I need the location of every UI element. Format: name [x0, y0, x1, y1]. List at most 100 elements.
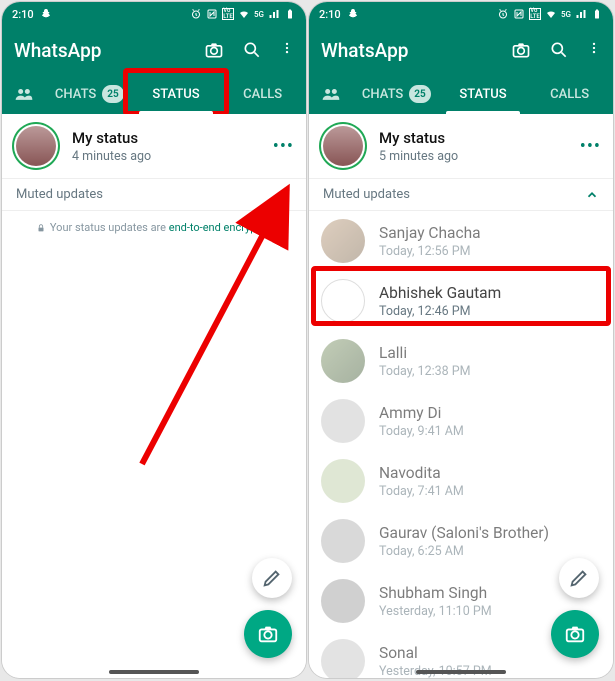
status-avatar	[321, 219, 365, 263]
volte-icon: VoLTE	[529, 8, 541, 20]
my-status-row[interactable]: My status 4 minutes ago •••	[2, 114, 306, 178]
battery-icon	[284, 8, 296, 20]
status-name: Gaurav (Saloni's Brother)	[379, 524, 601, 542]
network-label: 5G	[561, 10, 571, 19]
tab-chats-label: Chats	[362, 87, 403, 102]
muted-updates-header[interactable]: Muted updates	[309, 178, 613, 211]
phone-left: 2:10 VoLTE 5G WhatsApp Chats 25	[2, 2, 306, 678]
tab-bar: Chats 25 Status Calls	[309, 74, 613, 114]
fab-camera-status[interactable]	[244, 610, 292, 658]
chats-badge: 25	[102, 85, 123, 103]
status-name: Lalli	[379, 344, 601, 362]
my-status-row[interactable]: My status 5 minutes ago •••	[309, 114, 613, 178]
signal-icon	[268, 8, 280, 20]
camera-icon[interactable]	[204, 40, 224, 60]
snapchat-icon	[40, 8, 52, 20]
muted-updates-label: Muted updates	[323, 187, 410, 202]
e2e-link[interactable]: end-to-end encrypted	[169, 221, 272, 234]
android-nav-handle[interactable]	[109, 670, 199, 674]
network-label: 5G	[254, 10, 264, 19]
status-item[interactable]: Navodita Today, 7:41 AM	[309, 451, 613, 511]
status-item[interactable]: Ammy Di Today, 9:41 AM	[309, 391, 613, 451]
search-icon[interactable]	[242, 40, 262, 60]
encryption-notice: Your status updates are end-to-end encry…	[2, 211, 306, 244]
status-item[interactable]: Abhishek GautamToday, 12:46 PM	[309, 271, 613, 331]
status-avatar	[321, 279, 365, 323]
android-statusbar: 2:10 VoLTE 5G	[309, 2, 613, 26]
app-title: WhatsApp	[321, 39, 408, 62]
tab-status[interactable]: Status	[440, 74, 527, 114]
my-status-sub: 5 minutes ago	[379, 149, 580, 164]
phone-right: 2:10 VoLTE 5G WhatsApp Chats 25	[309, 2, 613, 678]
tab-calls-label: Calls	[550, 87, 589, 102]
status-time: Today, 9:41 AM	[379, 424, 601, 439]
fab-text-status[interactable]	[252, 558, 292, 598]
content-right: My status 5 minutes ago ••• Muted update…	[309, 114, 613, 678]
tab-calls-label: Calls	[243, 87, 282, 102]
tab-communities[interactable]	[2, 74, 46, 114]
chevron-down-icon	[278, 188, 292, 202]
my-status-title: My status	[379, 129, 580, 147]
status-name: Sanjay Chacha	[379, 224, 601, 242]
muted-status-list: Sanjay Chacha Today, 12:56 PM Abhishek Ga…	[309, 211, 613, 678]
status-time: Today, 6:25 AM	[379, 544, 601, 559]
search-icon[interactable]	[549, 40, 569, 60]
clock: 2:10	[12, 8, 34, 21]
camera-icon[interactable]	[511, 40, 531, 60]
status-time: Today, 12:56 PM	[379, 244, 601, 259]
chevron-up-icon	[585, 188, 599, 202]
wifi-icon	[545, 8, 557, 20]
volte-icon: VoLTE	[222, 8, 234, 20]
status-item[interactable]: Sanjay Chacha Today, 12:56 PM	[309, 211, 613, 271]
e2e-text: Your status updates are	[50, 221, 169, 234]
nfc-icon	[206, 8, 218, 20]
fab-camera-status[interactable]	[551, 610, 599, 658]
tab-bar: Chats 25 Status Calls	[2, 74, 306, 114]
android-nav-handle[interactable]	[416, 670, 506, 674]
alarm-icon	[497, 8, 509, 20]
muted-updates-header[interactable]: Muted updates	[2, 178, 306, 211]
app-bar: WhatsApp	[309, 26, 613, 74]
my-status-menu-icon[interactable]: •••	[273, 136, 294, 157]
tab-calls[interactable]: Calls	[219, 74, 306, 114]
clock: 2:10	[319, 8, 341, 21]
tab-chats[interactable]: Chats 25	[46, 74, 133, 114]
my-status-title: My status	[72, 129, 273, 147]
my-status-sub: 4 minutes ago	[72, 149, 273, 164]
chats-badge: 25	[409, 85, 430, 103]
muted-updates-label: Muted updates	[16, 187, 103, 202]
nfc-icon	[513, 8, 525, 20]
more-icon[interactable]	[280, 40, 294, 60]
status-time: Today, 7:41 AM	[379, 484, 601, 499]
status-name: Ammy Di	[379, 404, 601, 422]
alarm-icon	[190, 8, 202, 20]
fab-text-status[interactable]	[559, 558, 599, 598]
battery-icon	[591, 8, 603, 20]
more-icon[interactable]	[587, 40, 601, 60]
tab-chats[interactable]: Chats 25	[353, 74, 440, 114]
status-name: Navodita	[379, 464, 601, 482]
my-status-avatar	[321, 124, 365, 168]
status-avatar	[321, 339, 365, 383]
status-avatar	[321, 459, 365, 503]
tab-calls[interactable]: Calls	[526, 74, 613, 114]
tab-status[interactable]: Status	[133, 74, 220, 114]
signal-icon	[575, 8, 587, 20]
app-title: WhatsApp	[14, 39, 101, 62]
status-time: Today, 12:38 PM	[379, 364, 601, 379]
tab-status-label: Status	[459, 87, 506, 102]
status-avatar	[321, 639, 365, 678]
lock-icon	[36, 223, 46, 233]
status-avatar	[321, 579, 365, 623]
snapchat-icon	[347, 8, 359, 20]
status-avatar	[321, 519, 365, 563]
status-time: Today, 12:46 PM	[379, 304, 601, 319]
app-bar: WhatsApp	[2, 26, 306, 74]
my-status-menu-icon[interactable]: •••	[580, 136, 601, 157]
my-status-avatar	[14, 124, 58, 168]
tab-communities[interactable]	[309, 74, 353, 114]
tab-chats-label: Chats	[55, 87, 96, 102]
android-statusbar: 2:10 VoLTE 5G	[2, 2, 306, 26]
status-item[interactable]: Lalli Today, 12:38 PM	[309, 331, 613, 391]
tab-status-label: Status	[152, 87, 199, 102]
